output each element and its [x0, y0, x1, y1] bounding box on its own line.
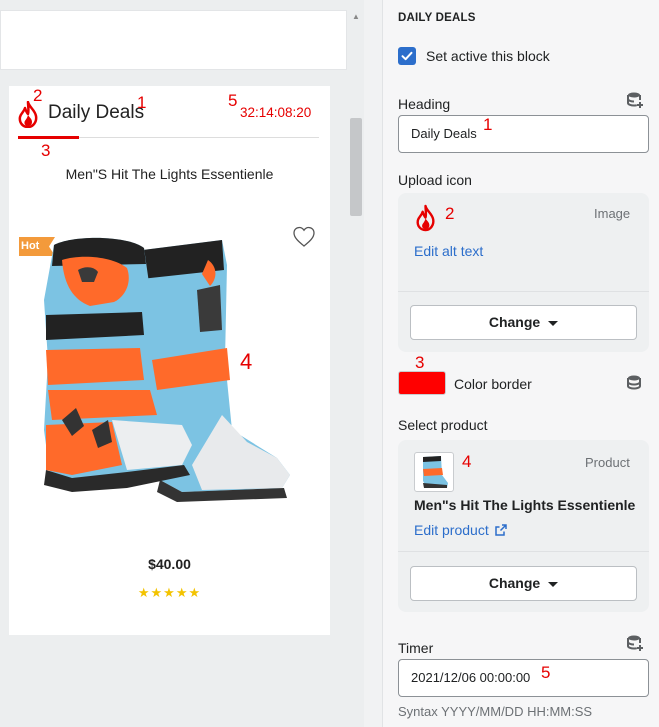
change-icon-button[interactable]: Change [410, 305, 637, 340]
title-border-accent [18, 136, 79, 139]
annotation-number: 4 [462, 452, 472, 471]
edit-alt-text-link[interactable]: Edit alt text [414, 243, 483, 259]
selected-product-title: Men"s Hit The Lights Essentienle [414, 497, 636, 513]
caret-down-icon [548, 320, 559, 326]
scroll-up-arrow[interactable]: ▲ [351, 12, 361, 22]
fire-icon [18, 101, 38, 128]
deal-title: Daily Deals [48, 102, 145, 123]
timer-input[interactable]: 2021/12/06 00:00:00 [398, 659, 649, 697]
icon-thumbnail[interactable] [414, 202, 438, 234]
fire-icon [416, 204, 435, 232]
annotation-number: 1 [483, 115, 493, 134]
deal-timer: 32:14:08:20 [240, 105, 312, 120]
product-price: $40.00 [148, 556, 191, 572]
rating-stars: ★★★★★ [137, 585, 202, 600]
preview-scrollbar[interactable] [350, 118, 362, 216]
change-product-button-label: Change [488, 575, 541, 591]
change-product-button[interactable]: Change [410, 566, 637, 601]
color-border-swatch[interactable] [398, 371, 446, 395]
annotation-number: 5 [541, 663, 551, 682]
section-title: DAILY DEALS [398, 12, 476, 24]
annotation-number: 5 [228, 91, 238, 110]
active-checkbox[interactable] [398, 47, 416, 65]
product-type-label: Product [585, 455, 630, 470]
upload-icon-label: Upload icon [398, 172, 472, 188]
annotation-number: 1 [137, 93, 147, 112]
select-product-label: Select product [398, 417, 488, 433]
annotation-number: 2 [445, 204, 455, 223]
active-checkbox-label[interactable]: Set active this block [426, 48, 550, 64]
card-divider [398, 551, 649, 552]
card-divider [398, 291, 649, 292]
preview-top-strip [0, 10, 347, 70]
boot-thumbnail-image [423, 456, 448, 488]
timer-syntax-hint: Syntax YYYY/MM/DD HH:MM:SS [398, 704, 593, 719]
color-border-label: Color border [454, 376, 532, 392]
dynamic-source-icon[interactable] [626, 634, 644, 652]
annotation-number: 3 [41, 141, 51, 160]
change-icon-button-label: Change [488, 314, 541, 330]
product-thumbnail[interactable] [414, 452, 454, 492]
product-name[interactable]: Men"S Hit The Lights Essentienle [9, 166, 330, 182]
checkmark-icon [401, 51, 413, 61]
dynamic-source-icon[interactable] [626, 91, 644, 109]
edit-product-link[interactable]: Edit product [414, 522, 507, 538]
timer-label: Timer [398, 640, 434, 656]
heading-input[interactable]: Daily Deals [398, 115, 649, 153]
annotation-number: 3 [415, 353, 425, 372]
caret-down-icon [548, 581, 559, 587]
product-image[interactable] [32, 230, 297, 515]
external-link-icon [494, 524, 507, 536]
annotation-number: 2 [33, 86, 43, 105]
heading-label: Heading [398, 96, 451, 112]
edit-product-link-label: Edit product [414, 522, 489, 538]
image-type-label: Image [594, 206, 631, 221]
annotation-number: 4 [240, 349, 253, 374]
dynamic-source-icon[interactable] [626, 374, 644, 392]
